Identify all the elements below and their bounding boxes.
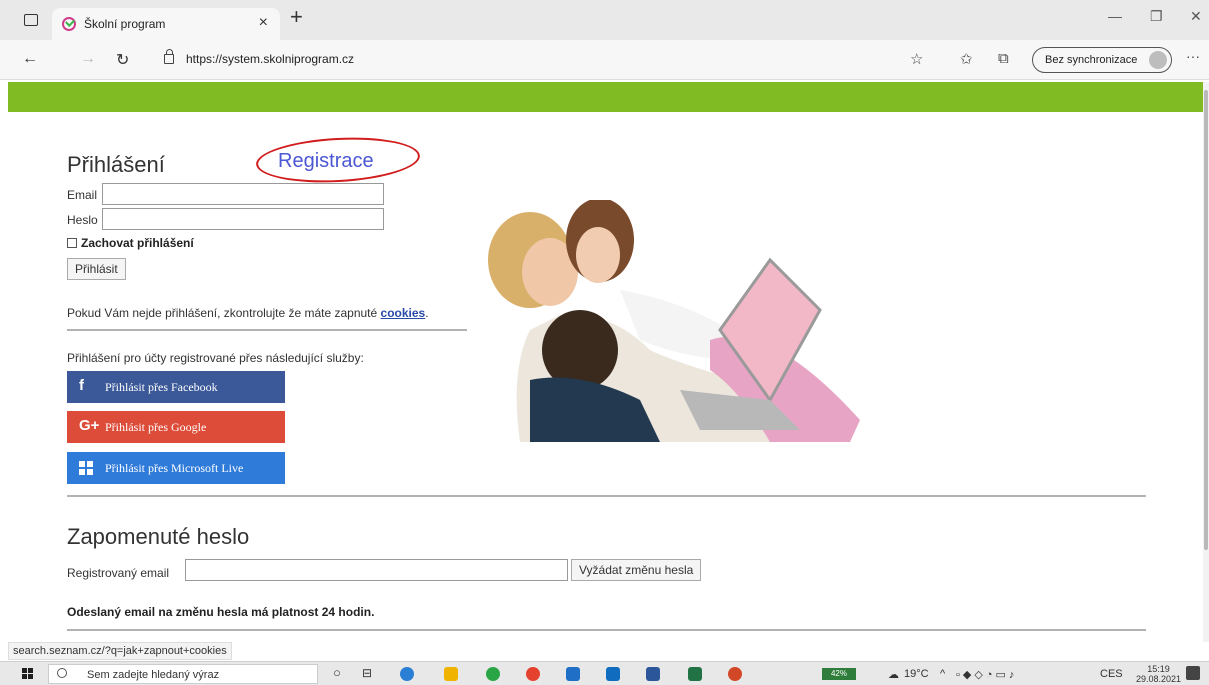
whatsapp-icon[interactable]	[486, 667, 500, 681]
word-icon[interactable]	[646, 667, 660, 681]
divider	[67, 329, 467, 331]
remember-label: Zachovat přihlášení	[81, 236, 194, 250]
email-label: Email	[67, 188, 98, 202]
excel-icon[interactable]	[688, 667, 702, 681]
reset-email-field[interactable]	[185, 559, 568, 581]
weather-temp[interactable]: 19°C	[904, 668, 929, 680]
sync-label: Bez synchronizace	[1045, 54, 1138, 66]
email-field[interactable]	[102, 183, 384, 205]
cookies-note-end: .	[425, 306, 429, 320]
weather-icon[interactable]: ☁	[888, 668, 899, 681]
cortana-icon[interactable]: ○	[333, 665, 341, 680]
site-favicon-icon	[62, 17, 76, 31]
language-indicator[interactable]: CES	[1100, 668, 1123, 680]
header-bar	[8, 82, 1203, 112]
social-intro: Přihlášení pro účty registrované přes ná…	[67, 351, 364, 365]
powerpoint-icon[interactable]	[728, 667, 742, 681]
new-tab-icon[interactable]: +	[290, 6, 303, 28]
tray-overflow-icon[interactable]: ^	[940, 668, 945, 680]
microsoft-label: Přihlásit přes Microsoft Live	[105, 461, 244, 475]
taskbar-search[interactable]: Sem zadejte hledaný výraz	[48, 664, 318, 684]
annotation-circle	[254, 133, 422, 187]
collections-icon[interactable]: ⧉	[998, 50, 1009, 67]
cookies-note-text: Pokud Vám nejde přihlášení, zkontrolujte…	[67, 306, 378, 320]
facebook-login-button[interactable]: f Přihlásit přes Facebook	[67, 371, 285, 403]
remember-checkbox[interactable]	[67, 238, 77, 248]
facebook-label: Přihlásit přes Facebook	[105, 380, 218, 394]
close-icon[interactable]: ×	[259, 14, 268, 32]
clock[interactable]: 15:19 29.08.2021	[1136, 664, 1181, 684]
minimize-icon[interactable]: —	[1108, 8, 1122, 24]
divider	[67, 629, 1146, 631]
reset-note: Odeslaný email na změnu hesla má platnos…	[67, 605, 375, 619]
login-button[interactable]: Přihlásit	[67, 258, 126, 280]
scrollbar-thumb[interactable]	[1204, 90, 1208, 550]
read-aloud-icon[interactable]: ☆	[910, 50, 923, 68]
edge-icon[interactable]	[400, 667, 414, 681]
forgot-title: Zapomenuté heslo	[67, 524, 250, 549]
clock-date: 29.08.2021	[1136, 674, 1182, 684]
search-icon	[57, 668, 67, 678]
tab-bar: Školní program × + — ❐ ✕	[0, 0, 1209, 40]
profile-sync-button[interactable]: Bez synchronizace	[1032, 47, 1172, 73]
tab-title: Školní program	[84, 17, 166, 31]
restore-icon[interactable]: ❐	[1150, 8, 1163, 25]
divider	[67, 495, 1146, 497]
google-label: Přihlásit přes Google	[105, 420, 207, 434]
lock-icon[interactable]	[164, 49, 174, 64]
mail-icon[interactable]	[566, 667, 580, 681]
window-close-icon[interactable]: ✕	[1190, 8, 1202, 25]
password-label: Heslo	[67, 213, 98, 227]
tab-menu-icon[interactable]	[24, 14, 38, 26]
taskbar-search-placeholder: Sem zadejte hledaný výraz	[87, 669, 220, 681]
clock-time: 15:19	[1147, 664, 1170, 674]
outlook-icon[interactable]	[606, 667, 620, 681]
status-url: search.seznam.cz/?q=jak+zapnout+cookies	[8, 642, 232, 660]
file-explorer-icon[interactable]	[444, 667, 458, 681]
hero-image	[488, 200, 860, 442]
facebook-icon: f	[79, 377, 84, 394]
microsoft-login-button[interactable]: Přihlásit přes Microsoft Live	[67, 452, 285, 484]
tray-icons[interactable]: ▫◆◇◔▭♪	[956, 668, 1017, 681]
task-view-icon[interactable]: ⊟	[362, 666, 372, 680]
cookies-link[interactable]: cookies	[381, 306, 426, 320]
url-field[interactable]: https://system.skolniprogram.cz	[186, 52, 354, 66]
battery-indicator[interactable]: 42%	[822, 668, 856, 680]
notification-icon[interactable]	[1186, 666, 1200, 680]
browser-tab[interactable]: Školní program ×	[52, 8, 280, 40]
reset-email-label: Registrovaný email	[67, 566, 170, 580]
password-field[interactable]	[102, 208, 384, 230]
back-icon[interactable]: ←	[22, 50, 38, 68]
google-login-button[interactable]: G+ Přihlásit přes Google	[67, 411, 285, 443]
forward-icon[interactable]: →	[80, 50, 96, 68]
more-icon[interactable]: ···	[1186, 48, 1200, 64]
profile-avatar-icon	[1149, 51, 1167, 69]
reset-password-button[interactable]: Vyžádat změnu hesla	[571, 559, 702, 581]
taskbar: Sem zadejte hledaný výraz ○ ⊟ 42% ☁ 19°C…	[0, 661, 1209, 685]
login-title: Přihlášení	[67, 152, 165, 177]
refresh-icon[interactable]: ↻	[116, 50, 129, 70]
favorites-icon[interactable]: ✩	[960, 50, 973, 68]
chrome-icon[interactable]	[526, 667, 540, 681]
windows-icon	[79, 461, 93, 475]
cookies-note: Pokud Vám nejde přihlášení, zkontrolujte…	[67, 306, 429, 320]
google-plus-icon: G+	[79, 417, 100, 434]
start-icon[interactable]	[22, 668, 34, 680]
address-bar: ← → ↻ https://system.skolniprogram.cz ☆ …	[0, 40, 1209, 80]
